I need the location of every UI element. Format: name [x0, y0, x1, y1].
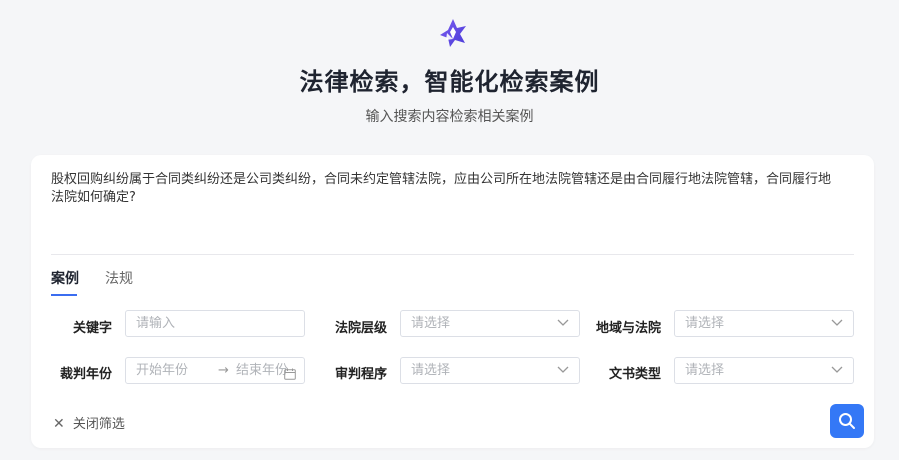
close-filter-label: 关闭筛选	[72, 417, 125, 432]
page-subtitle: 输入搜索内容检索相关案例	[365, 109, 534, 125]
keyword-input[interactable]	[136, 316, 286, 331]
end-year-placeholder[interactable]: 结束年份	[236, 358, 288, 383]
chevron-down-icon	[831, 358, 843, 392]
search-icon	[839, 413, 855, 429]
court-level-select[interactable]: 请选择	[400, 310, 580, 337]
divider	[51, 254, 854, 255]
keyword-field[interactable]	[125, 310, 305, 337]
close-filter-button[interactable]: ✕ 关闭筛选	[53, 413, 125, 432]
star-logo-icon	[440, 19, 466, 47]
range-arrow-icon: →	[218, 363, 229, 378]
court-level-label: 法院层级	[334, 321, 387, 336]
query-textarea[interactable]: 股权回购纠纷属于合同类纠纷还是公司类纠纷，合同未约定管辖法院，应由公司所在地法院…	[51, 171, 831, 207]
region-court-placeholder: 请选择	[685, 316, 725, 331]
chevron-down-icon	[557, 358, 569, 392]
tab-cases[interactable]: 案例	[51, 268, 79, 288]
close-icon: ✕	[53, 416, 65, 432]
keyword-label: 关键字	[72, 321, 112, 336]
chevron-down-icon	[557, 311, 569, 345]
brand-logo	[436, 16, 470, 50]
judgment-year-range[interactable]: 开始年份 → 结束年份	[125, 357, 305, 384]
start-year-placeholder[interactable]: 开始年份	[136, 363, 188, 378]
search-card: 股权回购纠纷属于合同类纠纷还是公司类纠纷，合同未约定管辖法院，应由公司所在地法院…	[31, 155, 874, 448]
judgment-year-label: 裁判年份	[59, 367, 112, 382]
region-court-select[interactable]: 请选择	[674, 310, 854, 337]
doc-type-select[interactable]: 请选择	[674, 357, 854, 384]
doc-type-label: 文书类型	[608, 367, 661, 382]
doc-type-placeholder: 请选择	[685, 363, 725, 378]
procedure-select[interactable]: 请选择	[400, 357, 580, 384]
region-court-label: 地域与法院	[595, 321, 661, 336]
procedure-placeholder: 请选择	[411, 363, 451, 378]
calendar-icon	[284, 364, 296, 389]
chevron-down-icon	[831, 311, 843, 345]
tab-regulations[interactable]: 法规	[105, 268, 133, 288]
active-tab-indicator	[51, 294, 77, 296]
procedure-label: 审判程序	[334, 367, 387, 382]
court-level-placeholder: 请选择	[411, 316, 451, 331]
page-title: 法律检索，智能化检索案例	[299, 68, 600, 96]
search-button[interactable]	[830, 404, 864, 438]
